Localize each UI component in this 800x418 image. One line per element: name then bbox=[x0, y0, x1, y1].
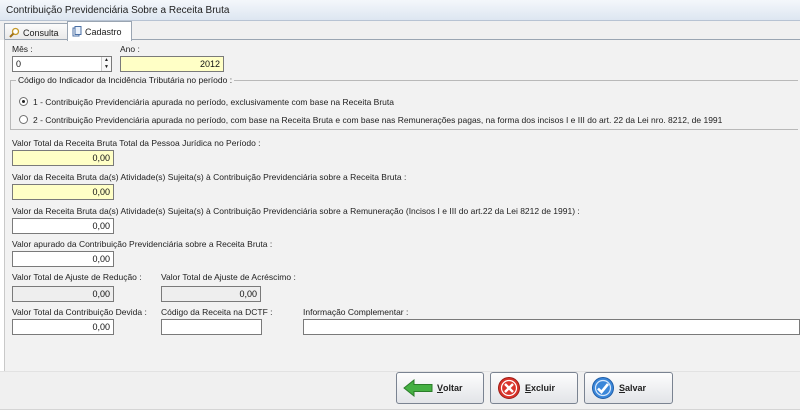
valor-apurado-input[interactable]: 0,00 bbox=[12, 251, 114, 267]
info-complementar-input[interactable] bbox=[303, 319, 800, 335]
tab-consulta[interactable]: Consulta bbox=[4, 23, 68, 40]
salvar-button[interactable]: Salvar bbox=[584, 372, 673, 404]
valor-receita-remuneracao-input[interactable]: 0,00 bbox=[12, 218, 114, 234]
valor-total-receita-label: Valor Total da Receita Bruta Total da Pe… bbox=[12, 138, 261, 148]
codigo-receita-input[interactable] bbox=[161, 319, 262, 335]
indicador-option-1-radio[interactable] bbox=[19, 97, 28, 106]
indicador-option-2-radio[interactable] bbox=[19, 115, 28, 124]
valor-receita-remuneracao-label: Valor da Receita Bruta da(s) Atividade(s… bbox=[12, 206, 580, 216]
indicador-option-2-label[interactable]: 2 - Contribuição Previdenciária apurada … bbox=[33, 115, 722, 125]
tab-cadastro[interactable]: Cadastro bbox=[67, 21, 132, 41]
tab-cadastro-label: Cadastro bbox=[85, 27, 122, 37]
spin-up-icon[interactable]: ▲ bbox=[102, 57, 111, 64]
contribuicao-devida-label: Valor Total da Contribuição Devida : bbox=[12, 307, 147, 317]
salvar-label: alvar bbox=[625, 383, 647, 393]
excluir-button[interactable]: Excluir bbox=[490, 372, 578, 404]
valor-receita-atividades-input[interactable]: 0,00 bbox=[12, 184, 114, 200]
arrow-left-icon bbox=[403, 379, 433, 397]
ajuste-acrescimo-input: 0,00 bbox=[161, 286, 261, 302]
ajuste-reducao-label: Valor Total de Ajuste de Redução : bbox=[12, 272, 142, 282]
codigo-receita-label: Código da Receita na DCTF : bbox=[161, 307, 273, 317]
indicador-option-1-label[interactable]: 1 - Contribuição Previdenciária apurada … bbox=[33, 97, 394, 107]
info-complementar-label: Informação Complementar : bbox=[303, 307, 409, 317]
mes-spinner[interactable]: 0 ▲ ▼ bbox=[12, 56, 112, 72]
valor-apurado-label: Valor apurado da Contribuição Previdenci… bbox=[12, 239, 273, 249]
ano-label: Ano : bbox=[120, 44, 140, 54]
ajuste-acrescimo-label: Valor Total de Ajuste de Acréscimo : bbox=[161, 272, 296, 282]
mes-value: 0 bbox=[16, 59, 22, 69]
ajuste-reducao-input: 0,00 bbox=[12, 286, 114, 302]
tab-consulta-label: Consulta bbox=[23, 28, 59, 38]
window-title: Contribuição Previdenciária Sobre a Rece… bbox=[0, 0, 800, 21]
delete-icon bbox=[498, 377, 520, 399]
voltar-button[interactable]: Voltar bbox=[396, 372, 484, 404]
excluir-label: xcluir bbox=[531, 383, 556, 393]
valor-total-receita-input[interactable]: 0,00 bbox=[12, 150, 114, 166]
spin-down-icon[interactable]: ▼ bbox=[102, 64, 111, 71]
spinner-buttons[interactable]: ▲ ▼ bbox=[101, 57, 111, 71]
indicador-group: Código do Indicador da Incidência Tribut… bbox=[10, 75, 798, 130]
check-icon bbox=[592, 377, 614, 399]
mes-label: Mês : bbox=[12, 44, 33, 54]
indicador-legend: Código do Indicador da Incidência Tribut… bbox=[16, 75, 235, 85]
valor-receita-atividades-label: Valor da Receita Bruta da(s) Atividade(s… bbox=[12, 172, 407, 182]
document-icon bbox=[72, 26, 82, 39]
tab-strip: Consulta Cadastro bbox=[0, 21, 800, 41]
voltar-label: oltar bbox=[443, 383, 463, 393]
ano-input[interactable]: 2012 bbox=[120, 56, 224, 72]
contribuicao-devida-input[interactable]: 0,00 bbox=[12, 319, 114, 335]
